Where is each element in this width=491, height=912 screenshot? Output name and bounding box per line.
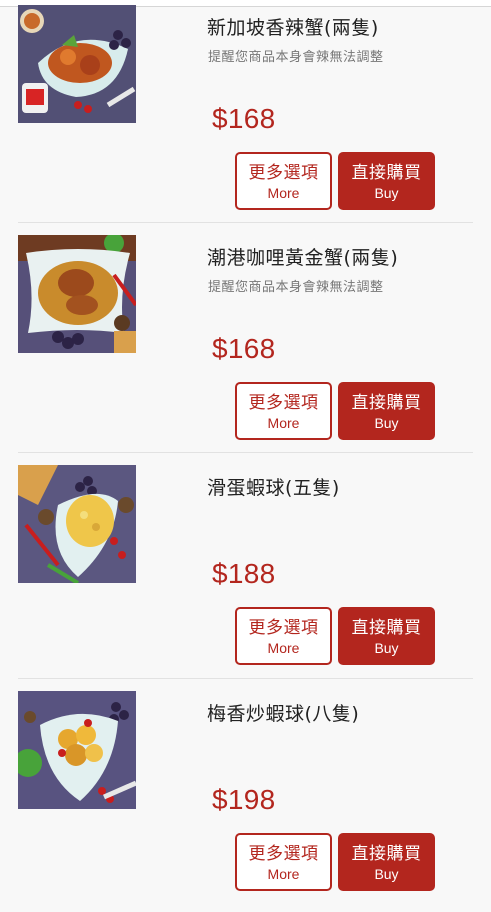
product-card: 滑蛋蝦球(五隻) $188 更多選項 More 直接購買 Buy bbox=[0, 460, 491, 686]
buy-now-label-en: Buy bbox=[374, 640, 399, 656]
product-spice-note: 提醒您商品本身會辣無法調整 bbox=[208, 50, 384, 65]
buy-now-label-en: Buy bbox=[374, 415, 399, 431]
more-options-label: 更多選項 bbox=[248, 618, 319, 638]
more-options-label: 更多選項 bbox=[248, 163, 319, 183]
product-spice-note: 提醒您商品本身會辣無法調整 bbox=[208, 280, 384, 295]
more-options-label-en: More bbox=[267, 415, 300, 431]
buy-now-label: 直接購買 bbox=[351, 393, 422, 413]
product-image[interactable] bbox=[18, 691, 136, 809]
more-options-button[interactable]: 更多選項 More bbox=[235, 382, 332, 440]
buy-now-label-en: Buy bbox=[374, 866, 399, 882]
buy-now-button[interactable]: 直接購買 Buy bbox=[338, 607, 435, 665]
product-card: 梅香炒蝦球(八隻) $198 更多選項 More 直接購買 Buy bbox=[0, 686, 491, 912]
product-image[interactable] bbox=[18, 465, 136, 583]
buy-now-button[interactable]: 直接購買 Buy bbox=[338, 833, 435, 891]
product-name: 梅香炒蝦球(八隻) bbox=[207, 703, 360, 725]
product-image[interactable] bbox=[18, 235, 136, 353]
more-options-button[interactable]: 更多選項 More bbox=[235, 607, 332, 665]
more-options-label-en: More bbox=[267, 866, 300, 882]
more-options-button[interactable]: 更多選項 More bbox=[235, 152, 332, 210]
divider bbox=[18, 678, 473, 679]
more-options-label: 更多選項 bbox=[248, 393, 319, 413]
divider bbox=[18, 452, 473, 453]
product-price: $188 bbox=[212, 558, 276, 589]
buy-now-label: 直接購買 bbox=[351, 844, 422, 864]
crab-dish-image bbox=[18, 5, 136, 123]
buy-now-label: 直接購買 bbox=[351, 618, 422, 638]
buy-now-label: 直接購買 bbox=[351, 163, 422, 183]
product-name: 滑蛋蝦球(五隻) bbox=[207, 477, 340, 499]
divider bbox=[18, 222, 473, 223]
product-image[interactable] bbox=[18, 5, 136, 123]
buy-now-button[interactable]: 直接購買 Buy bbox=[338, 382, 435, 440]
more-options-button[interactable]: 更多選項 More bbox=[235, 833, 332, 891]
more-options-label: 更多選項 bbox=[248, 844, 319, 864]
product-name: 潮港咖哩黃金蟹(兩隻) bbox=[207, 247, 399, 269]
buy-now-label-en: Buy bbox=[374, 185, 399, 201]
product-card: 潮港咖哩黃金蟹(兩隻) 提醒您商品本身會辣無法調整 $168 更多選項 More… bbox=[0, 230, 491, 456]
curry-crab-dish-image bbox=[18, 235, 136, 353]
more-options-label-en: More bbox=[267, 640, 300, 656]
product-price: $168 bbox=[212, 333, 276, 364]
product-price: $168 bbox=[212, 103, 276, 134]
egg-shrimp-dish-image bbox=[18, 465, 136, 583]
more-options-label-en: More bbox=[267, 185, 300, 201]
product-name: 新加坡香辣蟹(兩隻) bbox=[207, 17, 379, 39]
buy-now-button[interactable]: 直接購買 Buy bbox=[338, 152, 435, 210]
plum-shrimp-dish-image bbox=[18, 691, 136, 809]
product-price: $198 bbox=[212, 784, 276, 815]
product-card: 新加坡香辣蟹(兩隻) 提醒您商品本身會辣無法調整 $168 更多選項 More … bbox=[0, 0, 491, 226]
